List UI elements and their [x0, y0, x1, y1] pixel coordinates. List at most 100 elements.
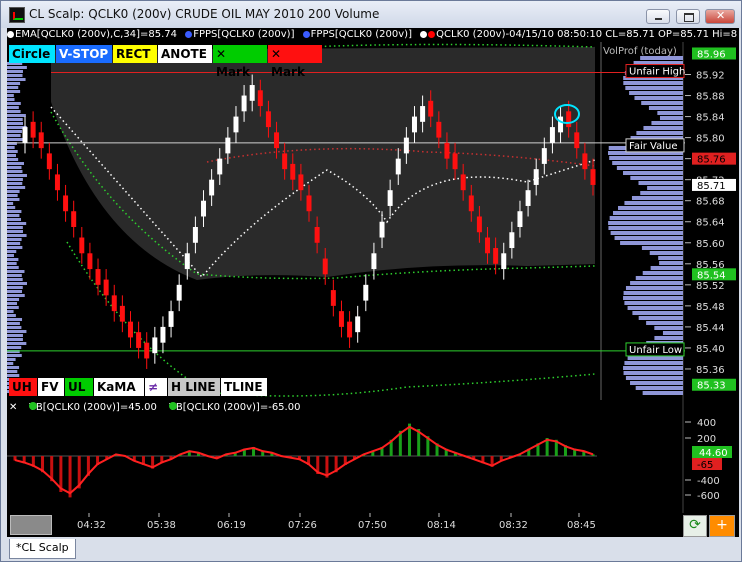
maximize-button[interactable] [676, 9, 700, 24]
candle-body [476, 216, 482, 233]
left-volume-profile-bar [7, 342, 27, 345]
left-volume-profile-bar [7, 298, 20, 301]
candle-body [590, 169, 596, 185]
time-tick-label: 04:32 [77, 520, 106, 531]
unfair-low-label: Unfair Low [629, 345, 682, 356]
left-volume-profile-bar [7, 170, 23, 173]
left-volume-profile-bar [7, 174, 27, 177]
left-volume-profile-bar [7, 334, 23, 337]
candle-body [63, 195, 69, 212]
right-volume-profile-bar [625, 376, 683, 380]
candle-body [395, 158, 401, 175]
left-volume-profile-bar [7, 154, 17, 157]
left-volume-profile-bar [7, 182, 23, 185]
left-volume-profile-bar [7, 214, 20, 217]
candle-body [95, 269, 101, 285]
top-tool-button-0[interactable]: Circle [9, 45, 55, 63]
left-volume-profile-bar [7, 262, 17, 265]
price-tick-label: 85.52 [696, 281, 725, 292]
right-volume-profile-bar [632, 311, 683, 315]
candle-body [371, 253, 377, 270]
left-volume-profile-bar [7, 146, 15, 149]
left-volume-profile-bar [7, 254, 14, 257]
fpps-dot-icon [185, 31, 193, 38]
candle-body [582, 153, 588, 170]
left-volume-profile-bar [7, 238, 22, 241]
candle-body [22, 127, 28, 143]
bottom-tool-button-2[interactable]: UL [65, 378, 93, 396]
bottom-tool-button-0[interactable]: UH [9, 378, 37, 396]
right-volume-profile-bar [625, 286, 683, 290]
bottom-tool-button-6[interactable]: TLINE [221, 378, 267, 396]
unfair-high-label: Unfair High [629, 67, 685, 78]
price-badge-current: 85.71 [697, 181, 726, 192]
price-tick-label: 85.68 [696, 197, 725, 208]
candle-body [79, 237, 85, 254]
candle-body [436, 121, 442, 138]
bottom-tool-button-3[interactable]: KaMA [94, 378, 144, 396]
minimize-button[interactable] [646, 9, 670, 24]
top-tool-button-1[interactable]: V-STOP [56, 45, 112, 63]
left-volume-profile-bar [7, 166, 22, 169]
time-axis: 04:32 05:38 06:19 07:26 07:50 08:14 08:32 08:45… [7, 513, 739, 537]
left-volume-profile-bar [7, 210, 22, 213]
left-volume-profile-bar [7, 222, 27, 225]
right-volume-profile-bar [627, 306, 683, 310]
price-badge-red: 85.76 [697, 155, 726, 166]
volume-balance-pane[interactable]: VB[QCLK0 (200v)]=45.00 VB[QCLK0 (200v)]=-… [7, 400, 739, 513]
left-volume-profile-bar [7, 186, 26, 189]
infobar-label-fpps1: FPPS[QCLK0 (200v)] [185, 29, 294, 40]
close-button[interactable] [705, 9, 735, 24]
title-bar[interactable]: CL Scalp: QCLK0 (200v) CRUDE OIL MAY 201… [1, 1, 741, 28]
price-chart-pane[interactable]: VolProf (today) 85.92 85.88 85.84 85.80 85.76… [7, 42, 739, 400]
bottom-tool-button-1[interactable]: FV [38, 378, 64, 396]
left-volume-profile-bar [7, 190, 20, 193]
refresh-icon: ⟳ [689, 517, 701, 533]
time-tick-label: 08:45 [567, 520, 596, 531]
right-volume-profile-bar [608, 221, 683, 225]
pane-close-icon[interactable]: ✕ [9, 402, 17, 413]
add-button[interactable]: + [709, 515, 735, 537]
right-volume-profile-bar [608, 226, 683, 230]
top-tool-button-3[interactable]: ANOTE [158, 45, 212, 63]
candle-body [233, 116, 239, 133]
left-volume-profile-bar [7, 374, 20, 377]
left-volume-profile-bar [7, 370, 18, 373]
candle-body [541, 148, 547, 164]
candle-body [144, 342, 150, 359]
bottom-tool-button-5[interactable]: H LINE [168, 378, 220, 396]
top-tool-button-4[interactable]: ✕ Mark [213, 45, 267, 79]
right-volume-profile-bar [648, 106, 683, 110]
bottom-tool-button-4[interactable]: ≠ [145, 378, 167, 396]
right-volume-profile-bar [609, 216, 683, 220]
right-volume-profile-bar [623, 366, 683, 370]
left-volume-profile-bar [7, 234, 27, 237]
vb-signal-line [14, 425, 594, 495]
price-tick-label: 85.36 [696, 365, 725, 376]
candle-body [87, 253, 93, 270]
candle-body [517, 211, 523, 227]
time-scrollbar-thumb[interactable] [10, 515, 52, 535]
right-volume-profile-bar [635, 386, 683, 390]
left-volume-profile-bar [7, 102, 21, 105]
right-volume-profile-bar [625, 86, 683, 90]
indicator-info-bar: EMA[QCLK0 (200v),C,34]=85.74 FPPS[QCLK0 … [7, 28, 739, 42]
top-tool-button-5[interactable]: ✕ Mark [268, 45, 322, 79]
top-tool-button-2[interactable]: RECT [113, 45, 157, 63]
right-volume-profile-bar [623, 171, 683, 175]
candle-body [549, 127, 555, 143]
left-volume-profile-bar [7, 202, 14, 205]
candle-body [184, 253, 190, 270]
left-volume-profile-bar [7, 82, 21, 85]
right-volume-profile-bar [630, 281, 683, 285]
vb-tick-label: 200 [697, 434, 716, 445]
left-volume-profile-bar [7, 290, 22, 293]
left-volume-profile-bar [7, 338, 23, 341]
right-volume-profile-bar [642, 271, 683, 275]
tab-cl-scalp[interactable]: *CL Scalp [9, 539, 76, 559]
candle-body [290, 163, 296, 180]
refresh-button[interactable]: ⟳ [683, 515, 707, 537]
time-axis-svg: 04:32 05:38 06:19 07:26 07:50 08:14 08:32 08:45 [77, 513, 596, 531]
price-chart-svg: VolProf (today) 85.92 85.88 85.84 85.80 85.76… [7, 42, 739, 400]
right-volume-profile-bar [646, 321, 683, 325]
